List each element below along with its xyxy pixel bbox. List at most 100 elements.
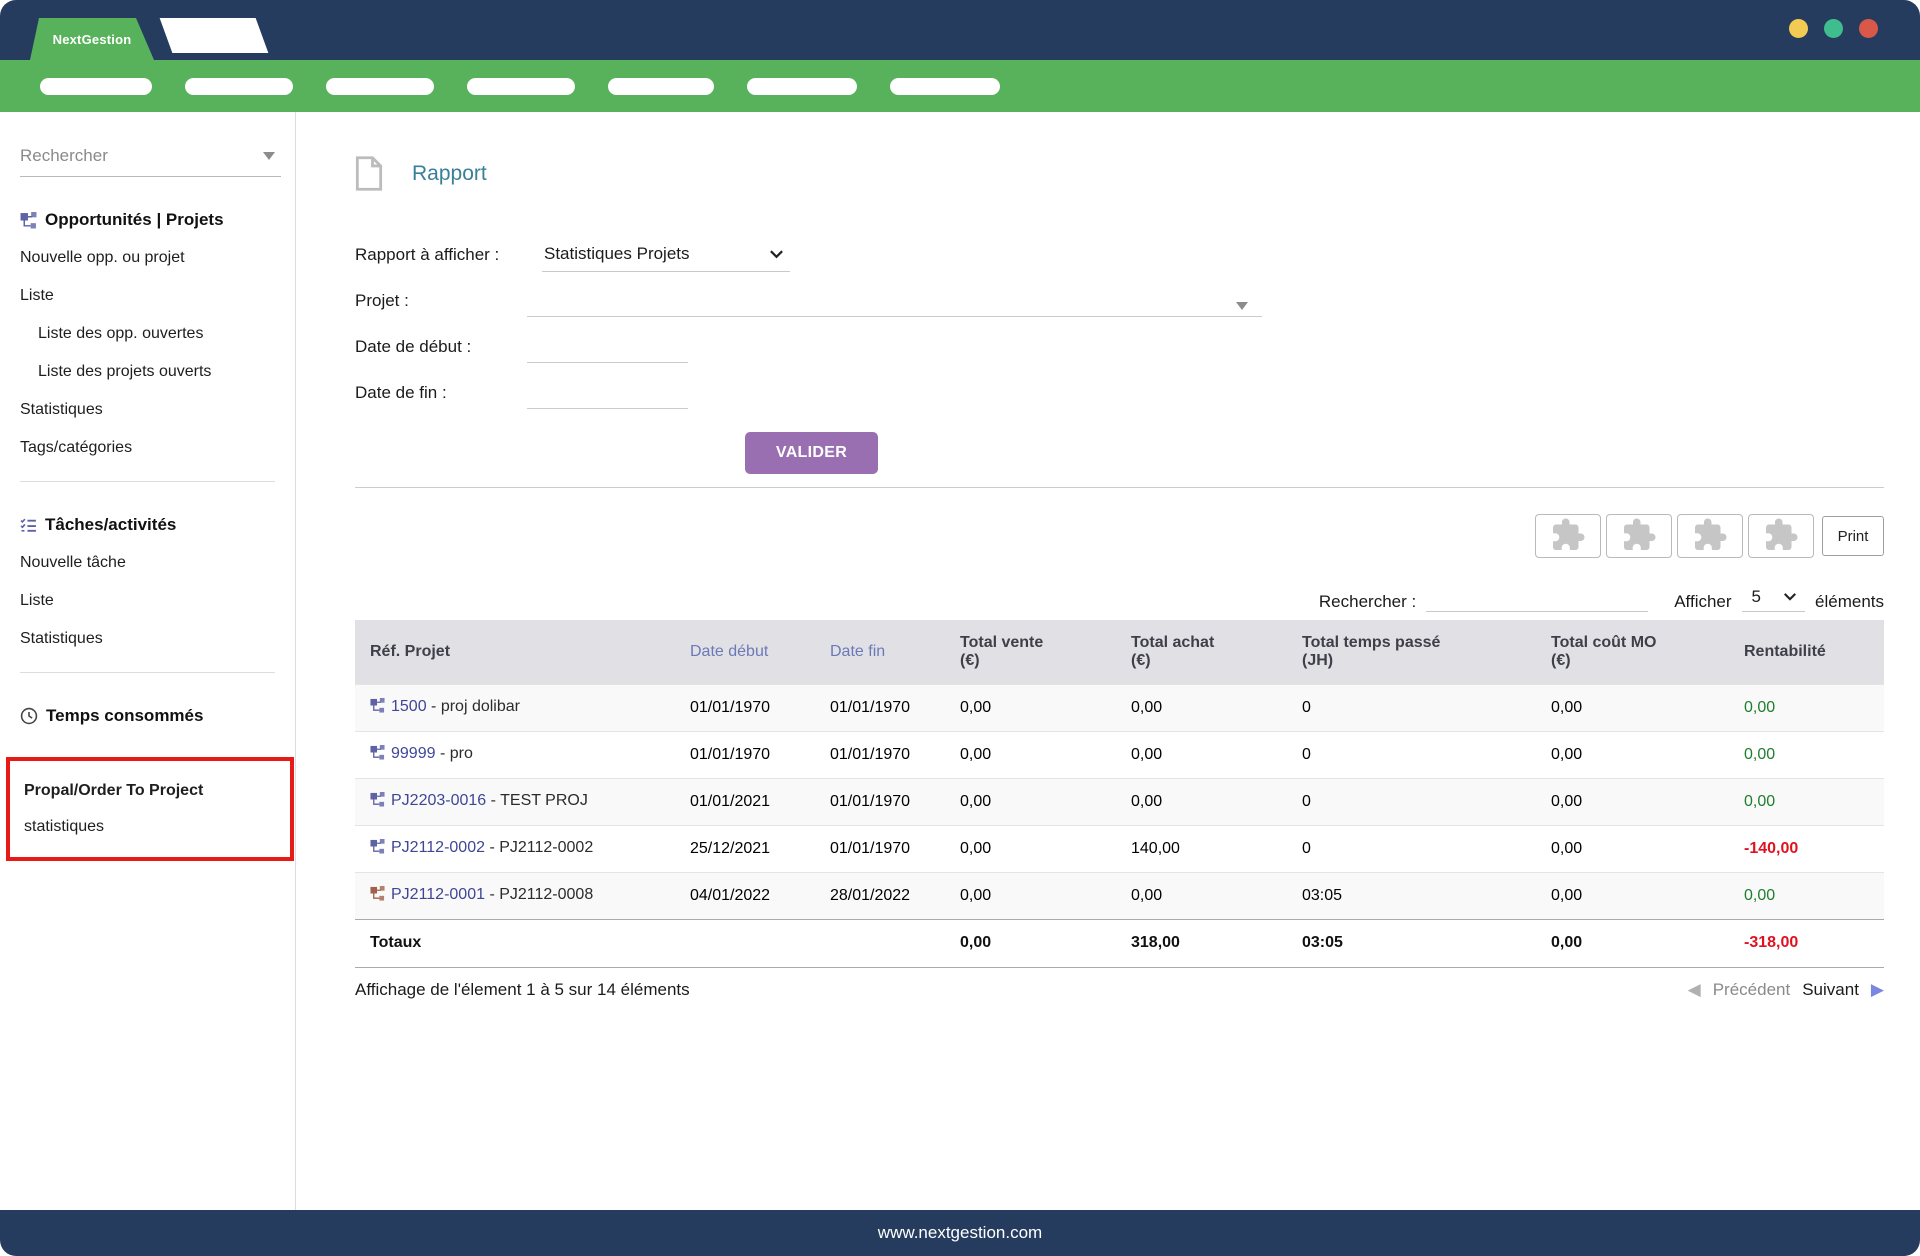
col-total-cout-mo: Total coût MO(€) (1536, 620, 1729, 684)
page-length-select[interactable]: 5 (1742, 584, 1805, 612)
chevron-down-icon (769, 249, 784, 259)
sidebar-section-propal-title: Propal/Order To Project (24, 773, 276, 809)
minimize-dot[interactable] (1789, 19, 1808, 38)
nav-pill[interactable] (40, 78, 152, 95)
project-link[interactable]: PJ2112-0001 (391, 886, 485, 903)
close-dot[interactable] (1859, 19, 1878, 38)
next-button[interactable]: Suivant (1802, 980, 1859, 1000)
project-select[interactable] (527, 285, 1262, 317)
puzzle-icon (1550, 517, 1586, 556)
nav-pill[interactable] (747, 78, 857, 95)
page-title-label: Rapport (412, 162, 487, 186)
sidebar-item-liste-taches[interactable]: Liste (20, 582, 281, 620)
brand-tab[interactable]: NextGestion (30, 18, 154, 60)
totals-label: Totaux (355, 919, 675, 967)
start-date-input[interactable] (527, 344, 688, 362)
totals-cout-mo: 0,00 (1536, 919, 1729, 967)
export-button-3[interactable] (1677, 514, 1743, 558)
sidebar-search (20, 146, 281, 177)
sidebar-section-title: Tâches/activités (20, 506, 281, 544)
report-form: Rapport à afficher : Statistiques Projet… (355, 232, 1884, 474)
main-content: Rapport Rapport à afficher : Statistique… (296, 112, 1920, 1210)
valider-button[interactable]: VALIDER (745, 432, 878, 474)
project-link[interactable]: PJ2112-0002 (391, 839, 485, 856)
previous-arrow-icon[interactable]: ◀ (1688, 980, 1701, 1000)
nav-pill[interactable] (608, 78, 714, 95)
cell-rentabilite: 0,00 (1729, 778, 1884, 825)
sidebar-search-input[interactable] (20, 146, 263, 166)
sidebar: Opportunités | Projets Nouvelle opp. ou … (0, 112, 296, 1210)
table-header-row: Réf. Projet Date début Date fin Total ve… (355, 620, 1884, 684)
app-window: NextGestion (0, 0, 1920, 1256)
end-date-input[interactable] (527, 390, 688, 408)
sidebar-section-projects: Opportunités | Projets Nouvelle opp. ou … (20, 201, 281, 467)
top-bar: NextGestion (0, 0, 1920, 60)
sidebar-item-liste-projets-ouverts[interactable]: Liste des projets ouverts (20, 353, 281, 391)
cell-date-fin: 28/01/2022 (815, 872, 945, 919)
page-length-value: 5 (1752, 587, 1761, 607)
export-button-1[interactable] (1535, 514, 1601, 558)
maximize-dot[interactable] (1824, 19, 1843, 38)
chevron-down-icon (1783, 592, 1797, 601)
cell-total-temps: 0 (1287, 778, 1536, 825)
cell-total-achat: 0,00 (1116, 731, 1287, 778)
start-date-field (527, 331, 688, 363)
sidebar-item-tags-categories[interactable]: Tags/catégories (20, 429, 281, 467)
cell-date-debut: 04/01/2022 (675, 872, 815, 919)
puzzle-icon (1621, 517, 1657, 556)
table-row: 1500 - proj dolibar 01/01/1970 01/01/197… (355, 684, 1884, 731)
project-label: Projet : (355, 291, 527, 311)
project-stats-table: Réf. Projet Date début Date fin Total ve… (355, 620, 1884, 968)
export-button-2[interactable] (1606, 514, 1672, 558)
show-label: Afficher (1674, 592, 1731, 612)
cell-date-fin: 01/01/1970 (815, 778, 945, 825)
start-date-label: Date de début : (355, 337, 527, 357)
col-date-fin[interactable]: Date fin (815, 620, 945, 684)
sidebar-section-title: Temps consommés (20, 697, 281, 735)
nav-pill[interactable] (326, 78, 434, 95)
sidebar-item-liste-opp-ouvertes[interactable]: Liste des opp. ouvertes (20, 315, 281, 353)
col-total-temps: Total temps passé(JH) (1287, 620, 1536, 684)
table-search-label: Rechercher : (1319, 592, 1416, 612)
project-link[interactable]: 1500 (391, 698, 427, 715)
project-link[interactable]: 99999 (391, 745, 436, 762)
col-total-vente: Total vente(€) (945, 620, 1116, 684)
document-icon (355, 155, 383, 192)
end-date-label: Date de fin : (355, 383, 527, 403)
nav-pill[interactable] (185, 78, 293, 95)
table-search-field (1426, 584, 1648, 612)
report-type-select[interactable]: Statistiques Projets (542, 238, 790, 272)
nav-pill[interactable] (890, 78, 1000, 95)
project-link[interactable]: PJ2203-0016 (391, 792, 486, 809)
project-icon (370, 698, 385, 718)
project-icon (370, 886, 385, 906)
col-date-debut[interactable]: Date début (675, 620, 815, 684)
section-title-label: Temps consommés (46, 706, 203, 726)
table-search-input[interactable] (1426, 586, 1648, 604)
sidebar-item-statistiques-taches[interactable]: Statistiques (20, 620, 281, 658)
export-toolbar: Print (355, 514, 1884, 558)
secondary-tab[interactable] (160, 18, 269, 53)
cell-total-achat: 0,00 (1116, 778, 1287, 825)
cell-date-debut: 01/01/2021 (675, 778, 815, 825)
totals-vente: 0,00 (945, 919, 1116, 967)
sidebar-item-liste[interactable]: Liste (20, 277, 281, 315)
cell-date-debut: 01/01/1970 (675, 731, 815, 778)
main-nav (0, 60, 1920, 112)
puzzle-icon (1692, 517, 1728, 556)
export-button-4[interactable] (1748, 514, 1814, 558)
chevron-down-icon[interactable] (263, 152, 275, 160)
window-controls (1789, 19, 1878, 38)
previous-button[interactable]: Précédent (1713, 980, 1791, 1000)
next-arrow-icon[interactable]: ▶ (1871, 980, 1884, 1000)
project-name: - TEST PROJ (486, 792, 588, 809)
sidebar-item-statistiques[interactable]: Statistiques (20, 391, 281, 429)
nav-pill[interactable] (467, 78, 575, 95)
sidebar-item-nouvelle-tache[interactable]: Nouvelle tâche (20, 544, 281, 582)
sidebar-item-propal-statistiques[interactable]: statistiques (24, 809, 276, 845)
print-button[interactable]: Print (1822, 516, 1884, 556)
totals-rentabilite: -318,00 (1729, 919, 1884, 967)
footer: www.nextgestion.com (0, 1210, 1920, 1256)
sidebar-item-new-opp[interactable]: Nouvelle opp. ou projet (20, 239, 281, 277)
cell-rentabilite: 0,00 (1729, 684, 1884, 731)
